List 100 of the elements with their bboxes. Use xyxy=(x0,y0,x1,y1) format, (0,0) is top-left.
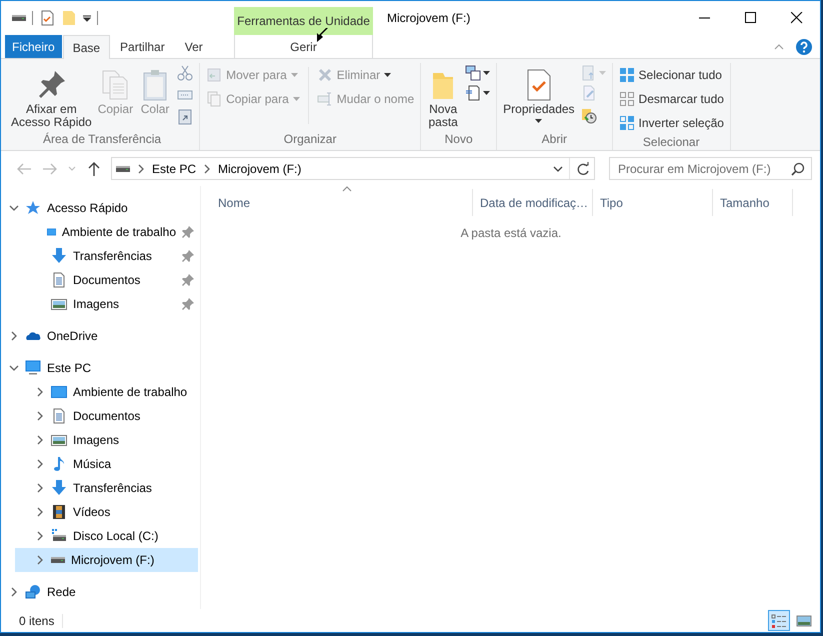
help-icon xyxy=(796,38,812,54)
column-header[interactable]: Tamanho xyxy=(713,189,793,216)
details-view-icon xyxy=(771,612,787,628)
chevron-icon xyxy=(202,164,212,174)
collapsed-chevron-icon xyxy=(35,387,45,397)
drive-icon xyxy=(12,15,26,21)
pin-icon xyxy=(182,298,194,310)
column-header[interactable]: Data de modificaç… xyxy=(473,189,593,216)
easy-access-icon xyxy=(465,85,482,101)
tree-item[interactable]: Transferências xyxy=(15,244,198,268)
column-header[interactable]: Nome xyxy=(211,189,473,216)
empty-folder-message: A pasta está vazia. xyxy=(460,226,562,240)
pin-icon xyxy=(182,226,194,238)
group-label: Selecionar xyxy=(642,134,701,151)
tree-item[interactable]: Documentos xyxy=(15,268,198,292)
tree-item[interactable]: Vídeos xyxy=(15,500,198,524)
paste-shortcut-icon xyxy=(177,109,194,125)
refresh-icon xyxy=(576,162,590,176)
film-icon xyxy=(51,504,67,520)
tree-item[interactable]: Acesso Rápido xyxy=(1,196,198,220)
chevron-icon xyxy=(68,166,76,172)
tree-item[interactable]: Rede xyxy=(1,580,198,604)
breadcrumb[interactable]: Este PC xyxy=(152,162,196,176)
collapsed-chevron-icon xyxy=(35,555,45,565)
tree-item[interactable]: Ambiente de trabalho xyxy=(15,380,198,404)
ribbon-button[interactable]: Inverter seleção xyxy=(618,113,724,133)
maximize-icon xyxy=(745,12,757,24)
down-arrow-icon xyxy=(51,248,67,264)
ribbon-tab[interactable]: Base xyxy=(62,35,110,59)
drive-icon xyxy=(116,166,130,172)
copy-icon xyxy=(206,91,222,107)
mouse-pointer-icon xyxy=(317,28,329,42)
ribbon-button[interactable]: Afixar em Acesso Rápido xyxy=(11,63,92,130)
collapsed-chevron-icon xyxy=(9,331,19,341)
ribbon-tab[interactable]: Partilhar xyxy=(110,35,175,58)
tree-item[interactable]: OneDrive xyxy=(1,324,198,348)
tree-item[interactable]: Documentos xyxy=(15,404,198,428)
new-item-icon xyxy=(465,65,482,81)
tree-item[interactable]: Este PC xyxy=(1,356,198,380)
ribbon-tab[interactable]: Ver xyxy=(174,35,213,58)
ribbon-tab[interactable]: Gerir xyxy=(234,35,373,58)
group-label: Novo xyxy=(444,131,474,148)
edit-icon xyxy=(580,85,597,101)
collapsed-chevron-icon xyxy=(35,411,45,421)
collapsed-chevron-icon xyxy=(35,435,45,445)
caret-icon xyxy=(483,91,490,95)
tree-item[interactable]: Imagens xyxy=(15,292,198,316)
ribbon-button[interactable]: Nova pasta xyxy=(427,63,460,130)
column-header[interactable]: Tipo xyxy=(593,189,713,216)
item-count: 0 itens xyxy=(19,614,64,628)
drive-icon xyxy=(51,528,67,544)
ribbon-button[interactable]: Selecionar tudo xyxy=(618,65,724,85)
ribbon-button[interactable]: Desmarcar tudo xyxy=(618,89,724,109)
sort-caret-icon xyxy=(342,186,352,192)
tree-item[interactable]: Ambiente de trabalho xyxy=(15,220,198,244)
star-icon xyxy=(25,200,41,216)
document-icon xyxy=(51,272,67,288)
select-none-icon xyxy=(618,91,635,107)
down-arrow-icon xyxy=(51,480,67,496)
breadcrumb[interactable]: Microjovem (F:) xyxy=(218,162,302,176)
window-title: Microjovem (F:) xyxy=(386,11,472,25)
delete-icon xyxy=(316,67,333,83)
group-label: Organizar xyxy=(282,131,338,148)
tree-item[interactable]: Imagens xyxy=(15,428,198,452)
dropdown-chevron-icon xyxy=(553,164,563,174)
collapsed-chevron-icon xyxy=(9,587,19,597)
monitor-icon xyxy=(25,360,41,376)
address-bar[interactable]: Este PC Microjovem (F:) xyxy=(111,157,595,180)
collapse-ribbon-icon xyxy=(774,44,784,50)
tree-item[interactable]: Música xyxy=(15,452,198,476)
group-label: Abrir xyxy=(540,131,568,148)
search-icon xyxy=(791,162,805,176)
tree-item[interactable]: Transferências xyxy=(15,476,198,500)
network-icon xyxy=(25,584,41,600)
collapsed-chevron-icon xyxy=(35,459,45,469)
collapsed-chevron-icon xyxy=(35,531,45,541)
music-note-icon xyxy=(51,456,67,472)
tree-item[interactable]: Disco Local (C:) xyxy=(15,524,198,548)
file-menu-tab[interactable]: Ficheiro xyxy=(5,35,62,58)
back-arrow-icon xyxy=(16,160,32,176)
caret-icon xyxy=(483,71,490,75)
pin-icon xyxy=(182,250,194,262)
collapsed-chevron-icon xyxy=(35,507,45,517)
up-arrow-icon xyxy=(86,160,102,176)
caret-icon xyxy=(598,71,606,75)
drive-icon xyxy=(51,557,65,563)
pin-icon xyxy=(182,274,194,286)
properties-icon xyxy=(39,10,55,26)
desktop-icon xyxy=(51,384,67,400)
details-view-button[interactable] xyxy=(768,610,790,631)
search-field[interactable]: Procurar em Microjovem (F:) xyxy=(609,157,812,180)
tree-item[interactable]: Microjovem (F:) xyxy=(15,548,198,572)
group-label: Área de Transferência xyxy=(42,131,162,148)
collapsed-chevron-icon xyxy=(35,483,45,493)
ribbon-button[interactable]: Propriedades xyxy=(503,63,575,130)
expanded-chevron-icon xyxy=(9,363,19,373)
move-icon xyxy=(206,67,222,83)
chevron-icon xyxy=(136,164,146,174)
document-icon xyxy=(51,408,67,424)
customize-caret-icon xyxy=(83,14,91,22)
